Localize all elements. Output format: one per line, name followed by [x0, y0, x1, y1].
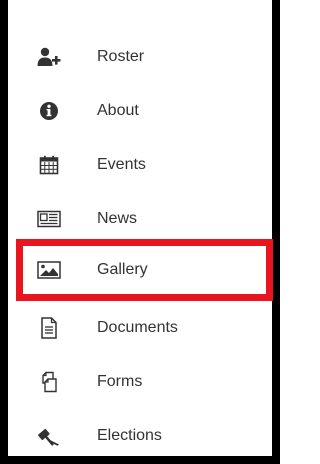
calendar-icon: [37, 155, 61, 175]
menu-item-label: News: [97, 210, 138, 227]
menu-item-about[interactable]: About: [16, 84, 264, 138]
menu-item-gallery[interactable]: Gallery: [16, 243, 264, 297]
menu-item-label: About: [97, 102, 139, 119]
gavel-icon: [37, 426, 61, 446]
menu-item-forms[interactable]: Forms: [16, 355, 264, 409]
menu-item-label: Events: [97, 156, 146, 173]
menu-item-news[interactable]: News: [16, 192, 264, 246]
document-icon: [37, 317, 61, 339]
forms-icon: [37, 371, 61, 393]
menu-item-documents[interactable]: Documents: [16, 301, 264, 355]
info-circle-icon: [37, 101, 61, 121]
menu-item-elections[interactable]: Elections: [16, 409, 264, 463]
menu-item-label: Elections: [97, 427, 162, 444]
menu-item-label: Documents: [97, 319, 178, 336]
menu-item-events[interactable]: Events: [16, 138, 264, 192]
add-user-icon: [37, 47, 61, 67]
menu-item-label: Gallery: [97, 261, 148, 278]
menu-item-label: Forms: [97, 373, 143, 390]
sidebar-menu: Roster About Events News Gallery Documen…: [16, 0, 273, 448]
sidebar-frame: Roster About Events News Gallery Documen…: [0, 0, 280, 464]
menu-item-roster[interactable]: Roster: [16, 30, 264, 84]
menu-item-label: Roster: [97, 48, 145, 65]
image-icon: [37, 260, 61, 280]
newspaper-icon: [37, 209, 61, 229]
